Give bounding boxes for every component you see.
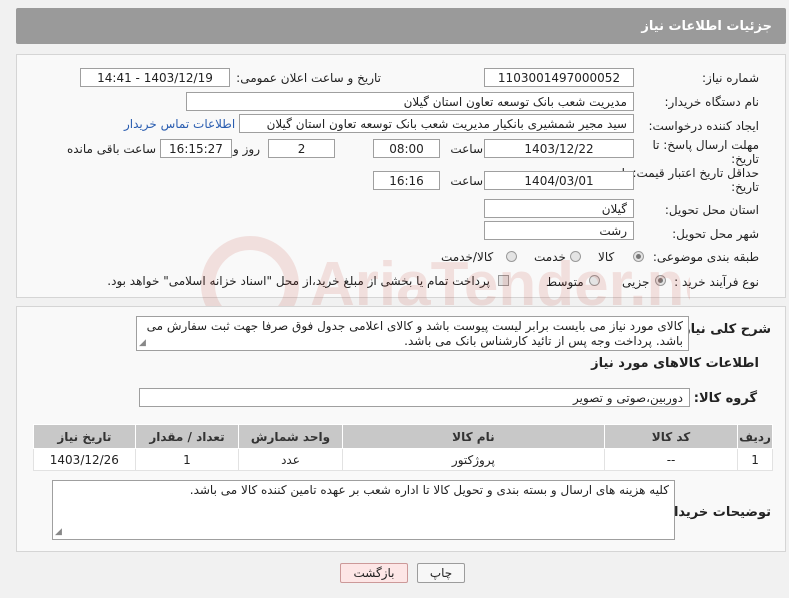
cell-quantity: 1 <box>134 448 240 471</box>
table-row: 1403/12/26 1 عدد پروژکتور -- 1 <box>33 448 773 471</box>
province-label: استان محل تحویل: <box>664 203 759 217</box>
remaining-days-field: 2 <box>268 139 335 158</box>
goods-group-label: گروه کالا: <box>693 391 757 406</box>
reply-time-label: ساعت <box>450 142 483 156</box>
announce-datetime-field: 1403/12/19 - 14:41 <box>80 68 230 87</box>
goods-table-header-row: تاریخ نیاز تعداد / مقدار واحد شمارش نام … <box>33 424 773 449</box>
cell-need-date: 1403/12/26 <box>33 448 136 471</box>
days-and-label: روز و <box>233 142 260 156</box>
buyer-notes-text: کلیه هزینه های ارسال و بسته بندی و تحویل… <box>52 480 675 540</box>
buyer-notes-value: کلیه هزینه های ارسال و بسته بندی و تحویل… <box>189 483 669 497</box>
buyer-contact-link[interactable]: اطلاعات تماس خریدار <box>124 117 235 131</box>
province-field: گیلان <box>484 199 634 218</box>
cell-goods-code: -- <box>603 448 739 471</box>
col-header-unit: واحد شمارش <box>238 424 343 449</box>
col-header-need-date: تاریخ نیاز <box>33 424 136 449</box>
buyer-org-label: نام دستگاه خریدار: <box>664 95 760 109</box>
description-value: کالای مورد نیاز می بایست برابر لیست پیوس… <box>146 319 683 348</box>
remaining-time-field: 16:15:27 <box>160 139 232 158</box>
buyer-org-field: مدیریت شعب بانک توسعه تعاون استان گیلان <box>186 92 634 111</box>
reply-deadline-label: مهلت ارسال پاسخ: تا تاریخ: <box>652 138 759 166</box>
need-number-field: 1103001497000052 <box>484 68 634 87</box>
col-header-quantity: تعداد / مقدار <box>134 424 240 449</box>
price-validity-label: حداقل تاریخ اعتبار قیمت: تا تاریخ: <box>621 166 759 194</box>
col-header-goods-code: کد کالا <box>603 424 739 449</box>
page-title: جزئیات اطلاعات نیاز <box>641 18 772 34</box>
goods-table: تاریخ نیاز تعداد / مقدار واحد شمارش نام … <box>33 424 773 471</box>
cell-goods-name: پروژکتور <box>341 448 605 471</box>
buyer-notes-label: توضیحات خریدار: <box>661 505 771 520</box>
page-header: جزئیات اطلاعات نیاز <box>16 8 786 44</box>
description-text: کالای مورد نیاز می بایست برابر لیست پیوس… <box>136 316 689 351</box>
col-header-row: ردیف <box>737 424 773 449</box>
goods-info-title: اطلاعات کالاهای مورد نیاز <box>591 356 759 371</box>
reply-time-field: 08:00 <box>373 139 440 158</box>
col-header-goods-name: نام کالا <box>341 424 605 449</box>
remaining-time-label: ساعت باقی مانده <box>66 142 156 156</box>
cell-row-number: 1 <box>737 448 773 471</box>
cell-unit: عدد <box>238 448 343 471</box>
need-number-label: شماره نیاز: <box>702 71 759 85</box>
validity-date-field: 1404/03/01 <box>484 171 634 190</box>
back-button[interactable]: بازگشت <box>340 563 408 583</box>
print-button[interactable]: چاپ <box>417 563 465 583</box>
creator-field: سید مجیر شمشیری بانکیار مدیریت شعب بانک … <box>239 114 634 133</box>
announce-datetime-label: تاریخ و ساعت اعلان عمومی: <box>236 71 381 85</box>
creator-label: ایجاد کننده درخواست: <box>648 119 759 133</box>
validity-time-field: 16:16 <box>373 171 440 190</box>
resize-handle-icon[interactable]: ◢ <box>139 339 146 348</box>
reply-date-field: 1403/12/22 <box>484 139 634 158</box>
notes-resize-handle-icon[interactable]: ◢ <box>55 528 62 537</box>
goods-group-field: دوربین،صوتی و تصویر <box>139 388 690 407</box>
description-label: شرح کلی نیاز: <box>677 322 771 337</box>
validity-time-label: ساعت <box>450 174 483 188</box>
